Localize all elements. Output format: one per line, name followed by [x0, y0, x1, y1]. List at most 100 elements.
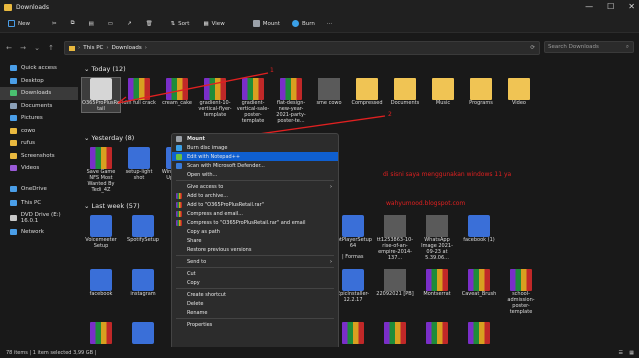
file-item[interactable]: idm full crack	[120, 78, 158, 106]
menu-item-cut[interactable]: Cut	[172, 269, 338, 278]
dvd-icon	[10, 214, 17, 221]
file-item[interactable]: Music	[424, 78, 462, 106]
sidebar-item-downloads[interactable]: Downloads	[0, 87, 78, 100]
file-item[interactable]: EpicInstaller-12.2.17	[334, 269, 372, 303]
file-item[interactable]: instagram	[124, 269, 162, 297]
mount-button[interactable]: Mount	[252, 20, 280, 27]
file-item[interactable]: gradient-10-vertical-flyer-template	[196, 78, 234, 118]
group-header-today[interactable]: ⌄ Today (12)	[84, 65, 126, 73]
file-item[interactable]	[334, 322, 372, 344]
paste-icon[interactable]: ▤	[89, 21, 94, 27]
file-item[interactable]	[82, 322, 120, 344]
tiles-view-icon[interactable]: ▦	[629, 350, 634, 356]
sidebar-item-desktop[interactable]: Desktop	[0, 75, 78, 88]
sidebar-item-documents[interactable]: Documents	[0, 100, 78, 113]
rename-icon[interactable]: ▭	[108, 21, 113, 27]
file-item[interactable]: setup-light shot	[120, 147, 158, 181]
menu-item-copy-as-path[interactable]: Copy as path	[172, 227, 338, 236]
file-item[interactable]: Programs	[462, 78, 500, 106]
file-item[interactable]: PotPlayerSetup64	[334, 215, 372, 249]
details-view-icon[interactable]: ☰	[619, 350, 623, 356]
minimize-button[interactable]: —	[585, 2, 593, 11]
close-button[interactable]: ✕	[628, 2, 635, 11]
view-button[interactable]: ▦ View	[203, 21, 224, 27]
sidebar-item-quick-access[interactable]: Quick access	[0, 62, 78, 75]
menu-item-label: Create shortcut	[187, 291, 226, 298]
sidebar-item-this-pc[interactable]: This PC	[0, 197, 78, 210]
menu-item-add-to-o365proplusretail-rar[interactable]: Add to "O365ProPlusRetail.rar"	[172, 200, 338, 209]
menu-item-send-to[interactable]: Send to ›	[172, 257, 338, 266]
address-bar[interactable]: › This PC › Downloads › ⟳	[64, 41, 540, 55]
file-item[interactable]: sme cowo	[310, 78, 348, 106]
menu-item-copy[interactable]: Copy	[172, 278, 338, 287]
file-item[interactable]: O365ProPlusRetail	[81, 77, 121, 113]
search-box[interactable]: Search Downloads ⌕	[544, 41, 634, 53]
file-item[interactable]: Save Game NFS Most Wanted By Tedi_4Z	[82, 147, 120, 193]
group-header-yesterday[interactable]: ⌄ Yesterday (8)	[84, 134, 134, 142]
delete-icon[interactable]: 🗑	[146, 21, 153, 27]
menu-item-compress-to-o365proplusretail-rar-and-email[interactable]: Compress to "O365ProPlusRetail.rar" and …	[172, 218, 338, 227]
sort-button[interactable]: ⇅ Sort	[171, 21, 190, 27]
file-item[interactable]	[460, 322, 498, 344]
sidebar-item-cowo[interactable]: cowo	[0, 125, 78, 138]
menu-item-properties[interactable]: Properties	[172, 320, 338, 329]
file-item[interactable]: gradient-vertical-sale-poster-template	[234, 78, 272, 124]
file-item[interactable]: 22092021 [PB]	[376, 269, 414, 297]
file-item[interactable]: Documents	[386, 78, 424, 106]
sidebar-item-videos[interactable]: Videos	[0, 162, 78, 175]
maximize-button[interactable]: ☐	[607, 2, 614, 11]
burn-button[interactable]: Burn	[291, 20, 315, 27]
file-item[interactable]: flat-design-new-year-2021-party-poster-t…	[272, 78, 310, 124]
sidebar-item-screenshots[interactable]: Screenshots	[0, 150, 78, 163]
menu-item-open-with[interactable]: Open with...	[172, 170, 338, 179]
more-options-button[interactable]: ···	[327, 21, 332, 27]
file-item[interactable]: WhatsApp Image 2021-09-23 at 5.39.06...	[418, 215, 456, 261]
file-item[interactable]: tt1253863-10-rise-of-an-empire-2014-137.…	[376, 215, 414, 261]
forward-arrow-icon[interactable]: →	[18, 44, 28, 52]
sidebar-item-pictures[interactable]: Pictures	[0, 112, 78, 125]
sidebar-item-rufus[interactable]: rufus	[0, 137, 78, 150]
file-item[interactable]	[376, 322, 414, 344]
navigation-pane: Quick access Desktop Downloads Documents Pic…	[0, 62, 78, 347]
sidebar-item-dvd-drive-e-16-0-1[interactable]: DVD Drive (E:) 16.0.1	[0, 212, 78, 225]
sidebar-item-onedrive[interactable]: OneDrive	[0, 183, 78, 196]
menu-item-delete[interactable]: Delete	[172, 299, 338, 308]
file-label: Caveat_Brush	[461, 291, 497, 297]
file-item[interactable]	[124, 322, 162, 344]
menu-item-give-access-to[interactable]: Give access to ›	[172, 182, 338, 191]
menu-item-share[interactable]: Share	[172, 236, 338, 245]
menu-item-burn-disc-image[interactable]: Burn disc image	[172, 143, 338, 152]
file-item[interactable]: Compressed	[348, 78, 386, 106]
file-item[interactable]	[418, 322, 456, 344]
file-item[interactable]: SpotifySetup	[124, 215, 162, 243]
menu-item-label: Cut	[187, 270, 196, 277]
file-item[interactable]: school-admission-poster-template	[502, 269, 540, 315]
new-button[interactable]: New	[8, 20, 30, 27]
menu-item-edit-with-notepad[interactable]: Edit with Notepad++	[172, 152, 338, 161]
menu-item-restore-previous-versions[interactable]: Restore previous versions	[172, 245, 338, 254]
menu-item-rename[interactable]: Rename	[172, 308, 338, 317]
up-arrow-icon[interactable]: ↑	[46, 44, 56, 52]
cut-icon[interactable]: ✂	[52, 21, 57, 27]
breadcrumb-this-pc[interactable]: This PC	[83, 45, 103, 51]
share-icon[interactable]: ↗	[127, 21, 132, 27]
refresh-icon[interactable]: ⟳	[530, 45, 535, 51]
group-header-last-week[interactable]: ⌄ Last week (57)	[84, 202, 140, 210]
file-item[interactable]: Video	[500, 78, 538, 106]
file-item[interactable]: facebook	[82, 269, 120, 297]
sidebar-item-network[interactable]: Network	[0, 226, 78, 239]
menu-item-add-to-archive[interactable]: Add to archive...	[172, 191, 338, 200]
file-item[interactable]: Caveat_Brush	[460, 269, 498, 297]
menu-item-create-shortcut[interactable]: Create shortcut	[172, 290, 338, 299]
menu-item-compress-and-email[interactable]: Compress and email...	[172, 209, 338, 218]
back-arrow-icon[interactable]: ←	[4, 44, 14, 52]
menu-item-mount[interactable]: Mount	[172, 134, 338, 143]
file-item[interactable]: Voicemeeter Setup	[82, 215, 120, 249]
copy-icon[interactable]: ⧉	[71, 20, 75, 27]
menu-item-scan-with-microsoft-defender[interactable]: Scan with Microsoft Defender...	[172, 161, 338, 170]
file-item[interactable]: facebook (1)	[460, 215, 498, 243]
file-item[interactable]: Montserrat	[418, 269, 456, 297]
recent-chevron-icon[interactable]: ⌄	[32, 44, 42, 52]
breadcrumb-downloads[interactable]: Downloads	[112, 45, 142, 51]
file-item[interactable]: cream_cake	[158, 78, 196, 106]
